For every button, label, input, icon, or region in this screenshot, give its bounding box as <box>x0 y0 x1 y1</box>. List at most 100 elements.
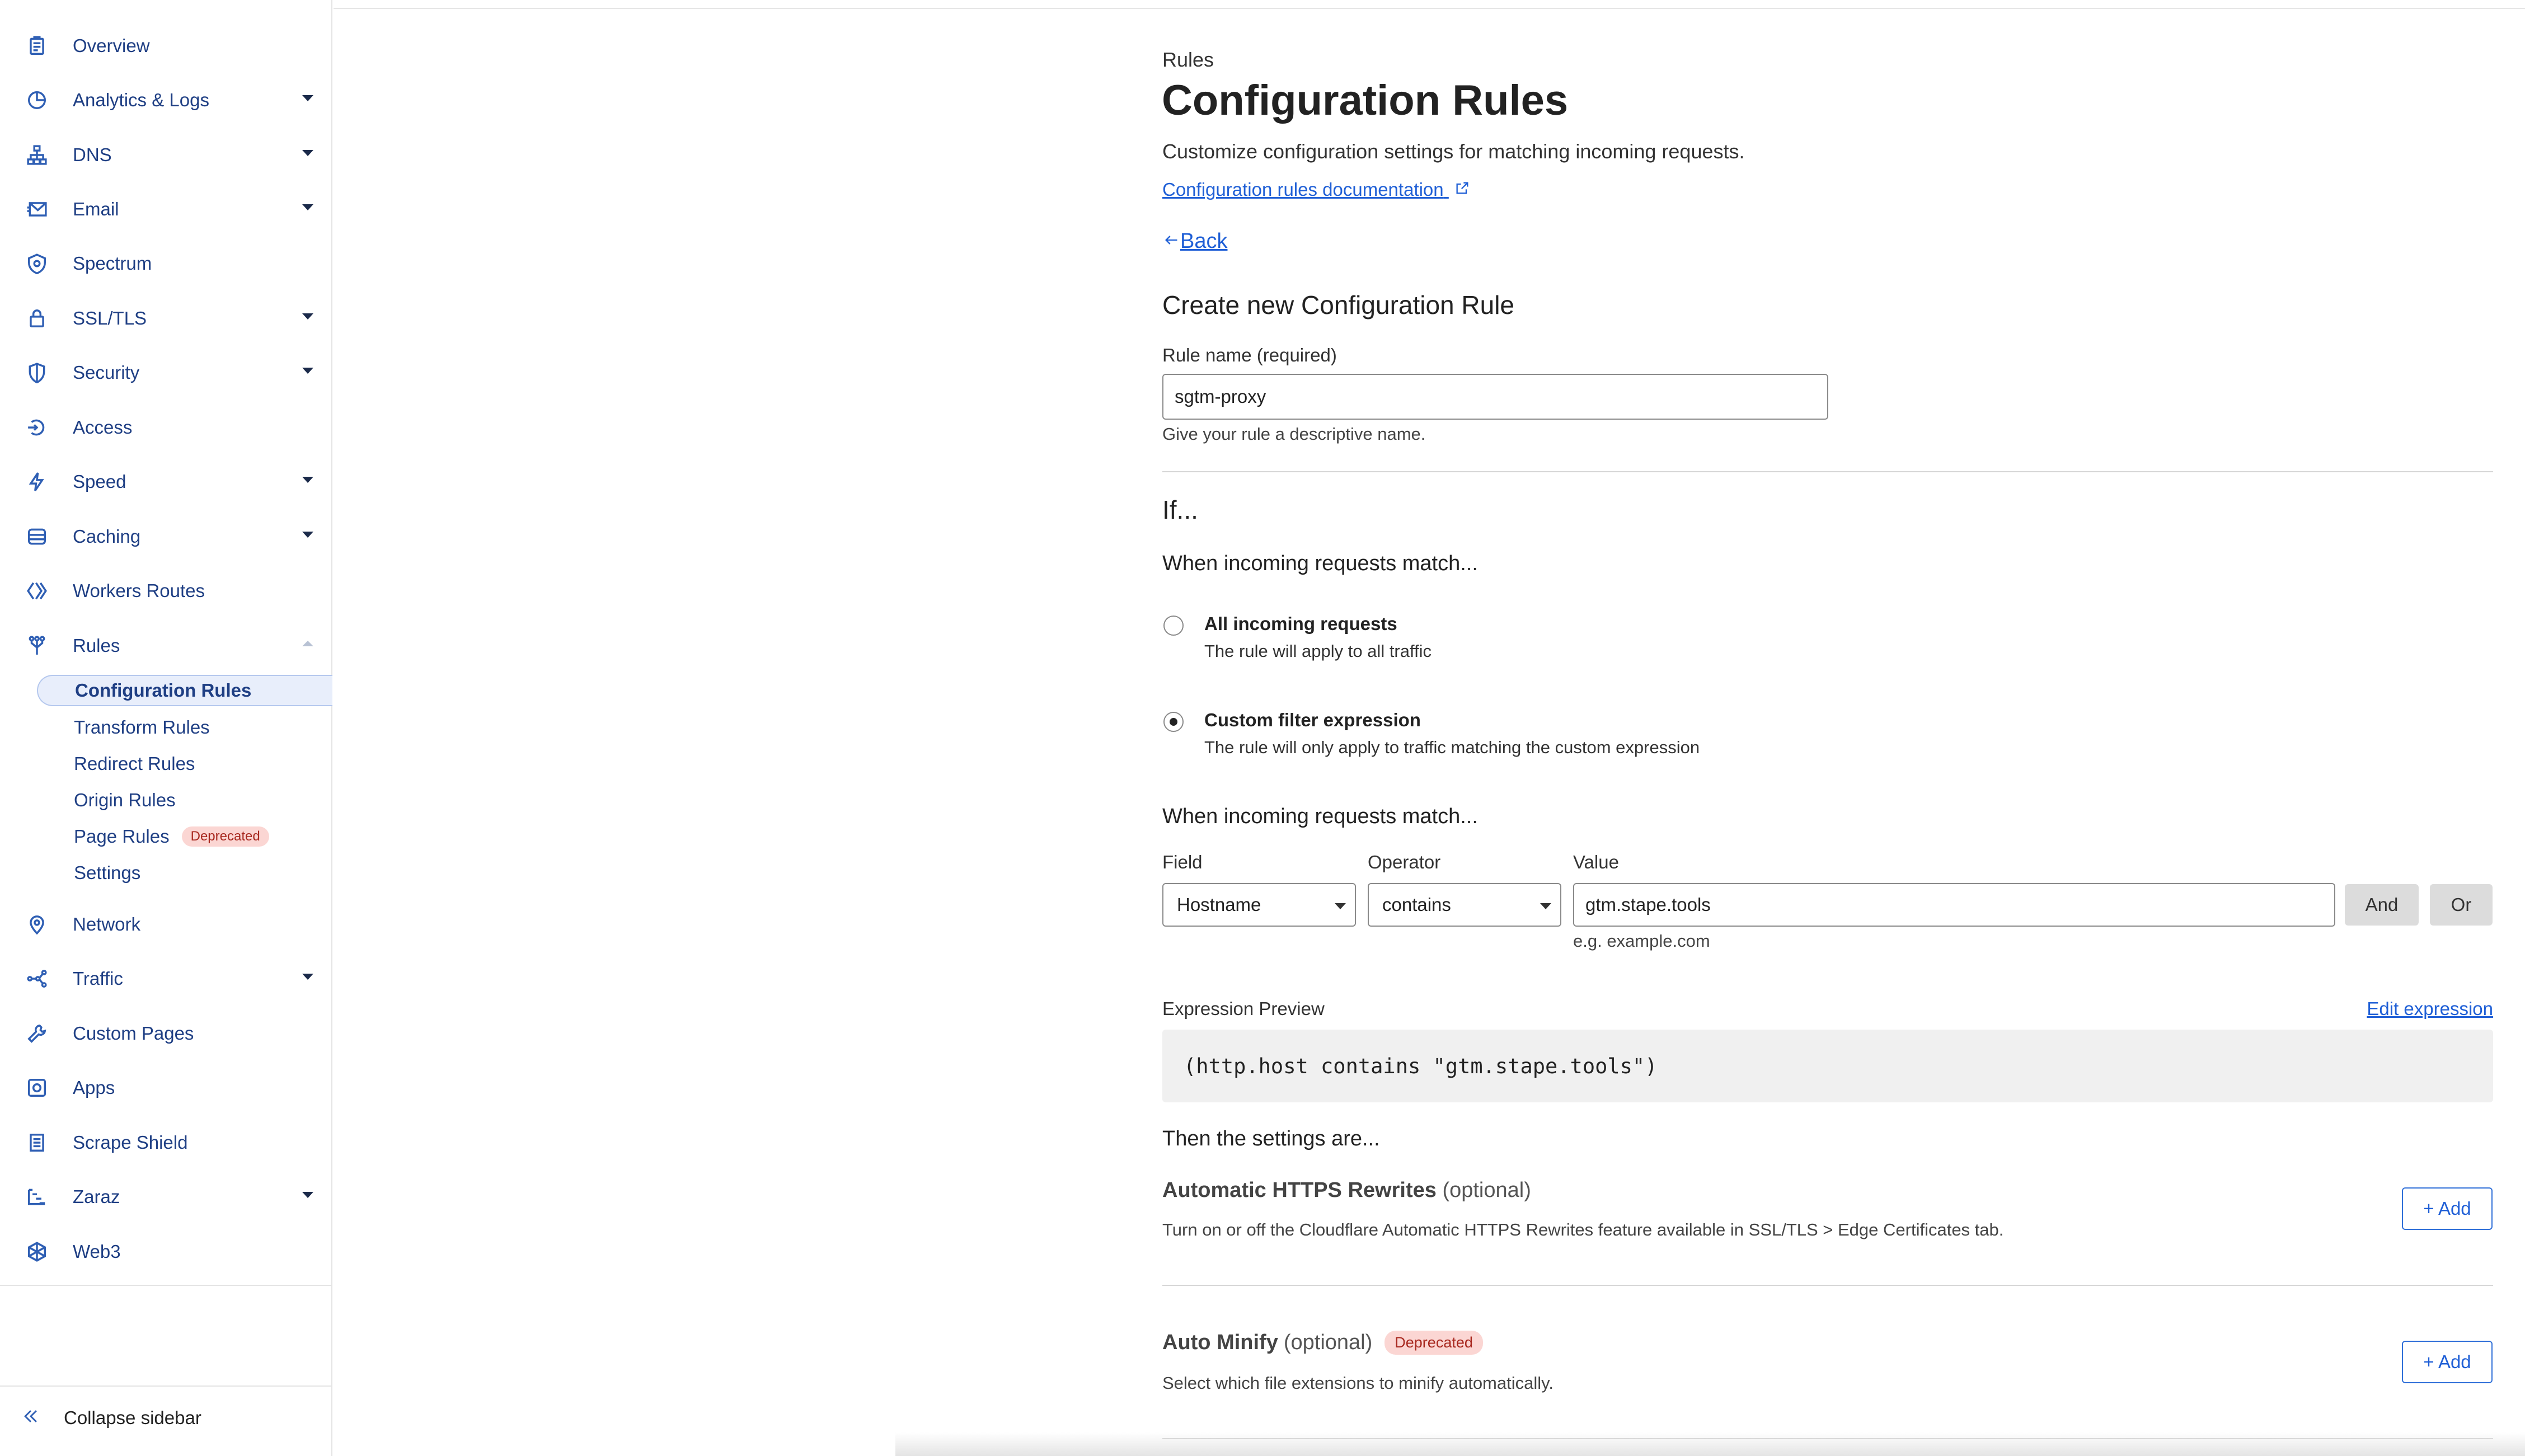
sidebar-item-custom-pages[interactable]: Custom Pages <box>0 1014 332 1053</box>
option-all-description: The rule will apply to all traffic <box>1204 641 1432 661</box>
or-button[interactable]: Or <box>2430 884 2493 926</box>
sidebar-item-ssl-tls[interactable]: SSL/TLS <box>0 299 332 338</box>
sidebar-item-apps[interactable]: Apps <box>0 1068 332 1107</box>
sidebar-item-label: DNS <box>73 144 112 165</box>
sidebar-item-zaraz[interactable]: Zaraz <box>0 1177 332 1217</box>
operator-select[interactable]: contains <box>1368 883 1561 927</box>
sidebar-item-web3[interactable]: Web3 <box>0 1232 332 1271</box>
field-select[interactable]: Hostname <box>1162 883 1356 927</box>
sidebar-item-label: Zaraz <box>73 1186 120 1207</box>
sidebar-subitem-configuration-rules[interactable]: Configuration Rules <box>37 675 332 706</box>
wrench-icon <box>26 1022 48 1045</box>
web3-icon <box>26 1241 48 1263</box>
sidebar-item-label: Scrape Shield <box>73 1132 188 1153</box>
sidebar-divider <box>0 1385 332 1387</box>
radio-all-incoming-requests[interactable] <box>1163 616 1184 636</box>
deprecated-badge: Deprecated <box>181 826 269 847</box>
add-auto-minify-button[interactable]: + Add <box>2402 1341 2493 1383</box>
sidebar-item-label: Network <box>73 914 141 934</box>
sidebar-item-label: Email <box>73 199 119 219</box>
match-heading: When incoming requests match... <box>1162 552 1478 575</box>
sidebar-item-label: Workers Routes <box>73 580 205 601</box>
sidebar-item-label: SSL/TLS <box>73 308 147 328</box>
sidebar-item-dns[interactable]: DNS <box>0 135 332 175</box>
option-custom-title: Custom filter expression <box>1204 710 1421 730</box>
sidebar-subitem-transform-rules[interactable]: Transform Rules <box>37 712 332 743</box>
sidebar-item-label: Access <box>73 417 133 438</box>
chevron-up-icon[interactable] <box>302 641 313 646</box>
sidebar-subitem-settings[interactable]: Settings <box>37 857 332 889</box>
location-pin-icon <box>26 913 48 936</box>
radio-custom-filter-expression[interactable] <box>1163 712 1184 732</box>
and-button[interactable]: And <box>2345 884 2419 926</box>
sidebar-subitem-redirect-rules[interactable]: Redirect Rules <box>37 748 332 779</box>
chevron-down-icon[interactable] <box>302 313 313 320</box>
sidebar-item-label: Caching <box>73 526 141 547</box>
option-all-title: All incoming requests <box>1204 613 1397 634</box>
sidebar-item-scrape-shield[interactable]: Scrape Shield <box>0 1123 332 1162</box>
chevron-down-icon[interactable] <box>302 368 313 374</box>
page-title: Configuration Rules <box>1162 77 1569 124</box>
sidebar-item-rules[interactable]: Rules <box>0 626 332 665</box>
chevron-down-icon[interactable] <box>302 204 313 210</box>
bottom-shadow <box>895 1432 2525 1456</box>
sidebar-item-security[interactable]: Security <box>0 353 332 392</box>
lock-icon <box>26 307 48 330</box>
sidebar-item-speed[interactable]: Speed <box>0 462 332 501</box>
chevron-down-icon[interactable] <box>302 477 313 483</box>
database-icon <box>26 525 48 548</box>
add-automatic-https-rewrites-button[interactable]: + Add <box>2402 1187 2493 1230</box>
rule-name-label: Rule name (required) <box>1162 345 1337 365</box>
breadcrumb[interactable]: Rules <box>1162 48 1214 72</box>
form-title: Create new Configuration Rule <box>1162 290 1515 320</box>
collapse-sidebar-button[interactable]: Collapse sidebar <box>21 1407 201 1429</box>
sidebar-subitem-origin-rules[interactable]: Origin Rules <box>37 785 332 816</box>
sidebar-item-overview[interactable]: Overview <box>0 26 332 65</box>
sidebar-item-label: Apps <box>73 1077 115 1098</box>
value-hint: e.g. example.com <box>1573 931 1710 951</box>
sidebar-item-access[interactable]: Access <box>0 408 332 447</box>
sidebar-item-traffic[interactable]: Traffic <box>0 959 332 998</box>
chevron-down-icon[interactable] <box>302 150 313 156</box>
documentation-link[interactable]: Configuration rules documentation <box>1162 179 1470 200</box>
operator-label: Operator <box>1368 852 1441 872</box>
sidebar-item-label: Spectrum <box>73 253 152 274</box>
setting-automatic-https-rewrites: Automatic HTTPS Rewrites (optional) <box>1162 1178 1531 1203</box>
rule-name-input[interactable] <box>1162 374 1828 420</box>
sidebar-item-label: Analytics & Logs <box>73 90 209 110</box>
sidebar-item-workers-routes[interactable]: Workers Routes <box>0 571 332 610</box>
pie-chart-icon <box>26 89 48 111</box>
sidebar-item-label: Speed <box>73 471 126 492</box>
chevron-down-icon[interactable] <box>302 95 313 101</box>
sidebar-item-spectrum[interactable]: Spectrum <box>0 244 332 283</box>
option-custom-description: The rule will only apply to traffic matc… <box>1204 738 1700 757</box>
section-divider <box>1162 1285 2493 1286</box>
chevron-down-icon <box>1540 903 1551 909</box>
sidebar-item-analytics-logs[interactable]: Analytics & Logs <box>0 81 332 120</box>
setting-title: Automatic HTTPS Rewrites <box>1162 1178 1437 1202</box>
sidebar-item-email[interactable]: Email <box>0 190 332 229</box>
chevron-down-icon[interactable] <box>302 1192 313 1198</box>
access-icon <box>26 416 48 439</box>
field-label: Field <box>1162 852 1203 872</box>
back-link[interactable]: Back <box>1162 229 1227 253</box>
section-divider <box>1162 471 2493 472</box>
double-chevron-left-icon <box>21 1407 40 1429</box>
value-input[interactable] <box>1573 883 2335 927</box>
fork-icon <box>26 635 48 657</box>
sidebar-item-label: Traffic <box>73 968 123 989</box>
sidebar-item-caching[interactable]: Caching <box>0 517 332 556</box>
sidebar-subitem-label: Page Rules <box>74 826 170 847</box>
clipboard-icon <box>26 35 48 57</box>
sidebar-subitem-page-rules[interactable]: Page Rules Deprecated <box>37 821 332 852</box>
sidebar-item-network[interactable]: Network <box>0 905 332 944</box>
chevron-down-icon[interactable] <box>302 532 313 538</box>
documentation-link-label: Configuration rules documentation <box>1162 179 1444 200</box>
apps-icon <box>26 1077 48 1099</box>
edit-expression-link[interactable]: Edit expression <box>2367 998 2493 1020</box>
shield-gear-icon <box>26 252 48 275</box>
sidebar-divider <box>0 1285 332 1286</box>
sidebar-item-label: Security <box>73 362 140 383</box>
sidebar-item-label: Web3 <box>73 1241 121 1262</box>
chevron-down-icon[interactable] <box>302 974 313 980</box>
